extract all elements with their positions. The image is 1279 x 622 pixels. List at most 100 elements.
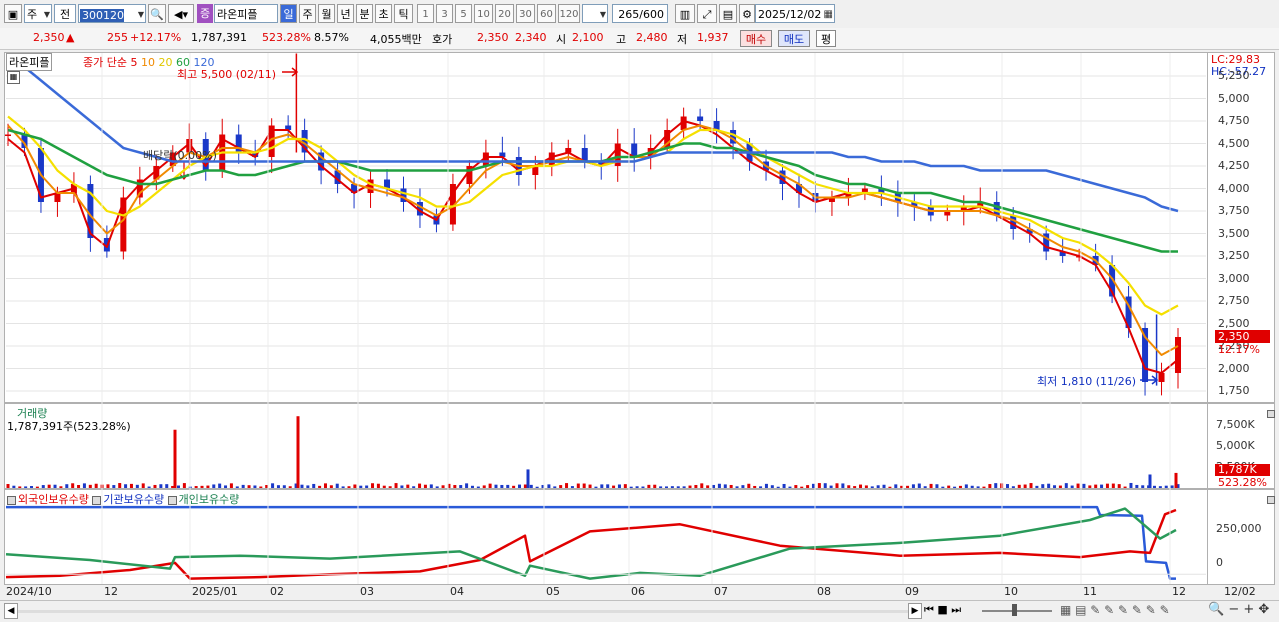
volume-bar bbox=[1053, 485, 1057, 488]
volume-bar bbox=[864, 485, 868, 488]
volume-bar bbox=[847, 485, 851, 488]
price-y-label: 2,750 bbox=[1218, 294, 1250, 307]
volume-bar bbox=[506, 484, 510, 488]
volume-bar bbox=[494, 484, 498, 488]
volume-bar bbox=[1041, 484, 1045, 488]
volume-bar bbox=[800, 486, 804, 488]
volume-bar bbox=[547, 484, 551, 488]
volume-bar bbox=[823, 483, 827, 488]
volume-bar bbox=[1035, 485, 1039, 488]
volume-bar bbox=[388, 486, 392, 488]
low-note: 최저 1,810 (11/26) bbox=[1037, 375, 1137, 388]
x-axis-label: 10 bbox=[1004, 585, 1018, 598]
high-arrow-icon bbox=[282, 67, 299, 77]
individual-legend-box[interactable] bbox=[167, 495, 177, 505]
volume-bar bbox=[647, 484, 651, 488]
price-panel-title: 라온피플 bbox=[6, 53, 53, 71]
volume-bar bbox=[53, 484, 57, 488]
volume-bar bbox=[753, 485, 757, 488]
volume-bar bbox=[958, 485, 962, 488]
volume-bar bbox=[794, 485, 798, 488]
volume-bar bbox=[182, 483, 186, 488]
price-y-label: 3,500 bbox=[1218, 226, 1250, 240]
volume-bar bbox=[470, 485, 474, 488]
volume-bar bbox=[617, 484, 621, 488]
zoom-slider-handle[interactable] bbox=[1012, 604, 1017, 616]
institution-legend-box[interactable] bbox=[92, 495, 102, 505]
x-axis-label: 12/02 bbox=[1224, 585, 1256, 598]
volume-bar bbox=[565, 483, 569, 488]
price-y-label: 2,500 bbox=[1218, 316, 1250, 330]
volume-bar bbox=[994, 483, 998, 488]
volume-bar bbox=[747, 483, 751, 488]
volume-bar bbox=[459, 485, 463, 488]
volume-bar bbox=[635, 486, 639, 488]
foreign-legend-box[interactable] bbox=[7, 495, 16, 505]
tool-icons[interactable]: ▦ ▤ ✎ ✎ ✎ ✎ ✎ ✎ bbox=[1060, 603, 1170, 617]
zoom-controls[interactable]: 🔍 − + ✥ bbox=[1208, 602, 1269, 617]
volume-bar bbox=[441, 485, 445, 488]
holdings-ylabel: 250,000 bbox=[1216, 522, 1262, 535]
volume-bar bbox=[141, 483, 145, 488]
volume-bar bbox=[365, 485, 369, 488]
volume-bar bbox=[876, 485, 880, 488]
volume-bar bbox=[917, 483, 921, 488]
x-axis-label: 07 bbox=[714, 585, 728, 598]
volume-bar bbox=[729, 484, 733, 488]
ma-legend-prefix: 종가 단순 bbox=[83, 56, 127, 69]
volume-bar bbox=[41, 485, 45, 488]
volume-bar bbox=[1011, 486, 1015, 488]
scroll-right-icon[interactable]: ▶ bbox=[908, 603, 922, 619]
candle-body bbox=[5, 134, 11, 136]
volume-bar bbox=[200, 485, 204, 488]
volume-bar bbox=[94, 483, 98, 488]
collapse-icon[interactable] bbox=[1267, 493, 1277, 506]
volume-bar bbox=[112, 485, 116, 488]
volume-bar bbox=[124, 484, 128, 488]
volume-bar bbox=[1123, 486, 1127, 488]
volume-bar bbox=[476, 486, 480, 488]
volume-bar bbox=[659, 486, 663, 488]
volume-y-label: 5,000K bbox=[1216, 438, 1255, 452]
volume-bar bbox=[1023, 484, 1027, 488]
volume-spike-bar bbox=[1174, 472, 1178, 488]
volume-bar bbox=[1170, 485, 1174, 488]
scroll-left-icon[interactable]: ◀ bbox=[4, 603, 18, 619]
dividend-note: 배당락(0.00%) bbox=[143, 149, 217, 162]
pct-tag: 12.17% bbox=[1218, 343, 1260, 356]
volume-bar bbox=[329, 485, 333, 488]
volume-bar bbox=[1094, 484, 1098, 488]
volume-bar bbox=[953, 486, 957, 488]
x-axis-label: 2025/01 bbox=[192, 585, 238, 598]
volume-bar bbox=[964, 484, 968, 488]
volume-bar bbox=[1058, 485, 1062, 488]
volume-bar bbox=[412, 486, 416, 488]
volume-bar bbox=[71, 483, 75, 488]
zoom-slider[interactable] bbox=[982, 610, 1052, 612]
volume-bar bbox=[300, 484, 304, 488]
volume-bar bbox=[106, 484, 110, 488]
volume-bar bbox=[941, 486, 945, 488]
collapse-icon[interactable] bbox=[1267, 407, 1277, 420]
volume-bar bbox=[1141, 485, 1145, 488]
volume-bar bbox=[735, 486, 739, 488]
volume-bar bbox=[976, 486, 980, 488]
playback-controls[interactable]: ⏮ ■ ⏭ bbox=[924, 603, 961, 617]
volume-bar bbox=[235, 486, 239, 488]
scrollbar-track[interactable] bbox=[18, 610, 908, 613]
volume-bar bbox=[947, 485, 951, 488]
stock-chart[interactable] bbox=[0, 0, 1279, 621]
x-axis-label: 09 bbox=[905, 585, 919, 598]
volume-bar bbox=[1100, 484, 1104, 488]
table-toggle-icon[interactable]: ▦ bbox=[7, 71, 20, 84]
volume-bar bbox=[723, 484, 727, 488]
volume-bar bbox=[1129, 482, 1133, 488]
volume-bar bbox=[1088, 485, 1092, 488]
volume-bar bbox=[700, 483, 704, 488]
candle-body bbox=[1175, 337, 1181, 373]
volume-bar bbox=[1029, 483, 1033, 488]
volume-bar bbox=[488, 483, 492, 488]
volume-bar bbox=[394, 483, 398, 488]
volume-bar bbox=[1082, 483, 1086, 488]
volume-bar bbox=[435, 486, 439, 488]
